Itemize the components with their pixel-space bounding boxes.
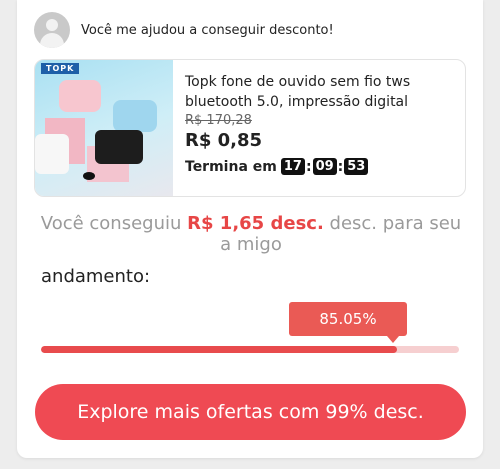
- summary-prefix: Você conseguiu: [40, 213, 188, 234]
- helper-header: Você me ajudou a conseguir desconto!: [34, 12, 334, 48]
- timer-minutes: 09: [312, 158, 337, 175]
- timer-hours: 17: [280, 158, 305, 175]
- countdown-timer: Termina em 17 : 09 : 53: [185, 158, 455, 175]
- progress-label: andamento:: [41, 266, 151, 287]
- product-card[interactable]: TOPK Topk fone de ouvido sem fio tws blu…: [34, 59, 466, 197]
- timer-separator: :: [305, 158, 312, 175]
- timer-separator: :: [337, 158, 344, 175]
- product-title[interactable]: Topk fone de ouvido sem fio tws bluetoot…: [185, 72, 455, 112]
- progress-tooltip: 85.05%: [289, 302, 407, 343]
- helper-message: Você me ajudou a conseguir desconto!: [81, 22, 334, 38]
- product-image[interactable]: TOPK: [35, 60, 173, 196]
- progress-track: [41, 346, 459, 353]
- tooltip-arrow: [387, 336, 399, 343]
- discount-summary: Você conseguiu R$ 1,65 desc. desc. para …: [33, 213, 469, 255]
- brand-logo: TOPK: [41, 63, 80, 74]
- timer-label: Termina em: [185, 158, 277, 175]
- discount-amount: R$ 1,65 desc.: [187, 213, 324, 234]
- avatar: [34, 12, 70, 48]
- progress-percent: 85.05%: [319, 310, 377, 328]
- timer-seconds: 53: [344, 158, 369, 175]
- progress-fill: [41, 346, 397, 353]
- current-price: R$ 0,85: [185, 130, 263, 151]
- original-price: R$ 170,28: [185, 113, 252, 128]
- explore-offers-button[interactable]: Explore mais ofertas com 99% desc.: [35, 384, 466, 440]
